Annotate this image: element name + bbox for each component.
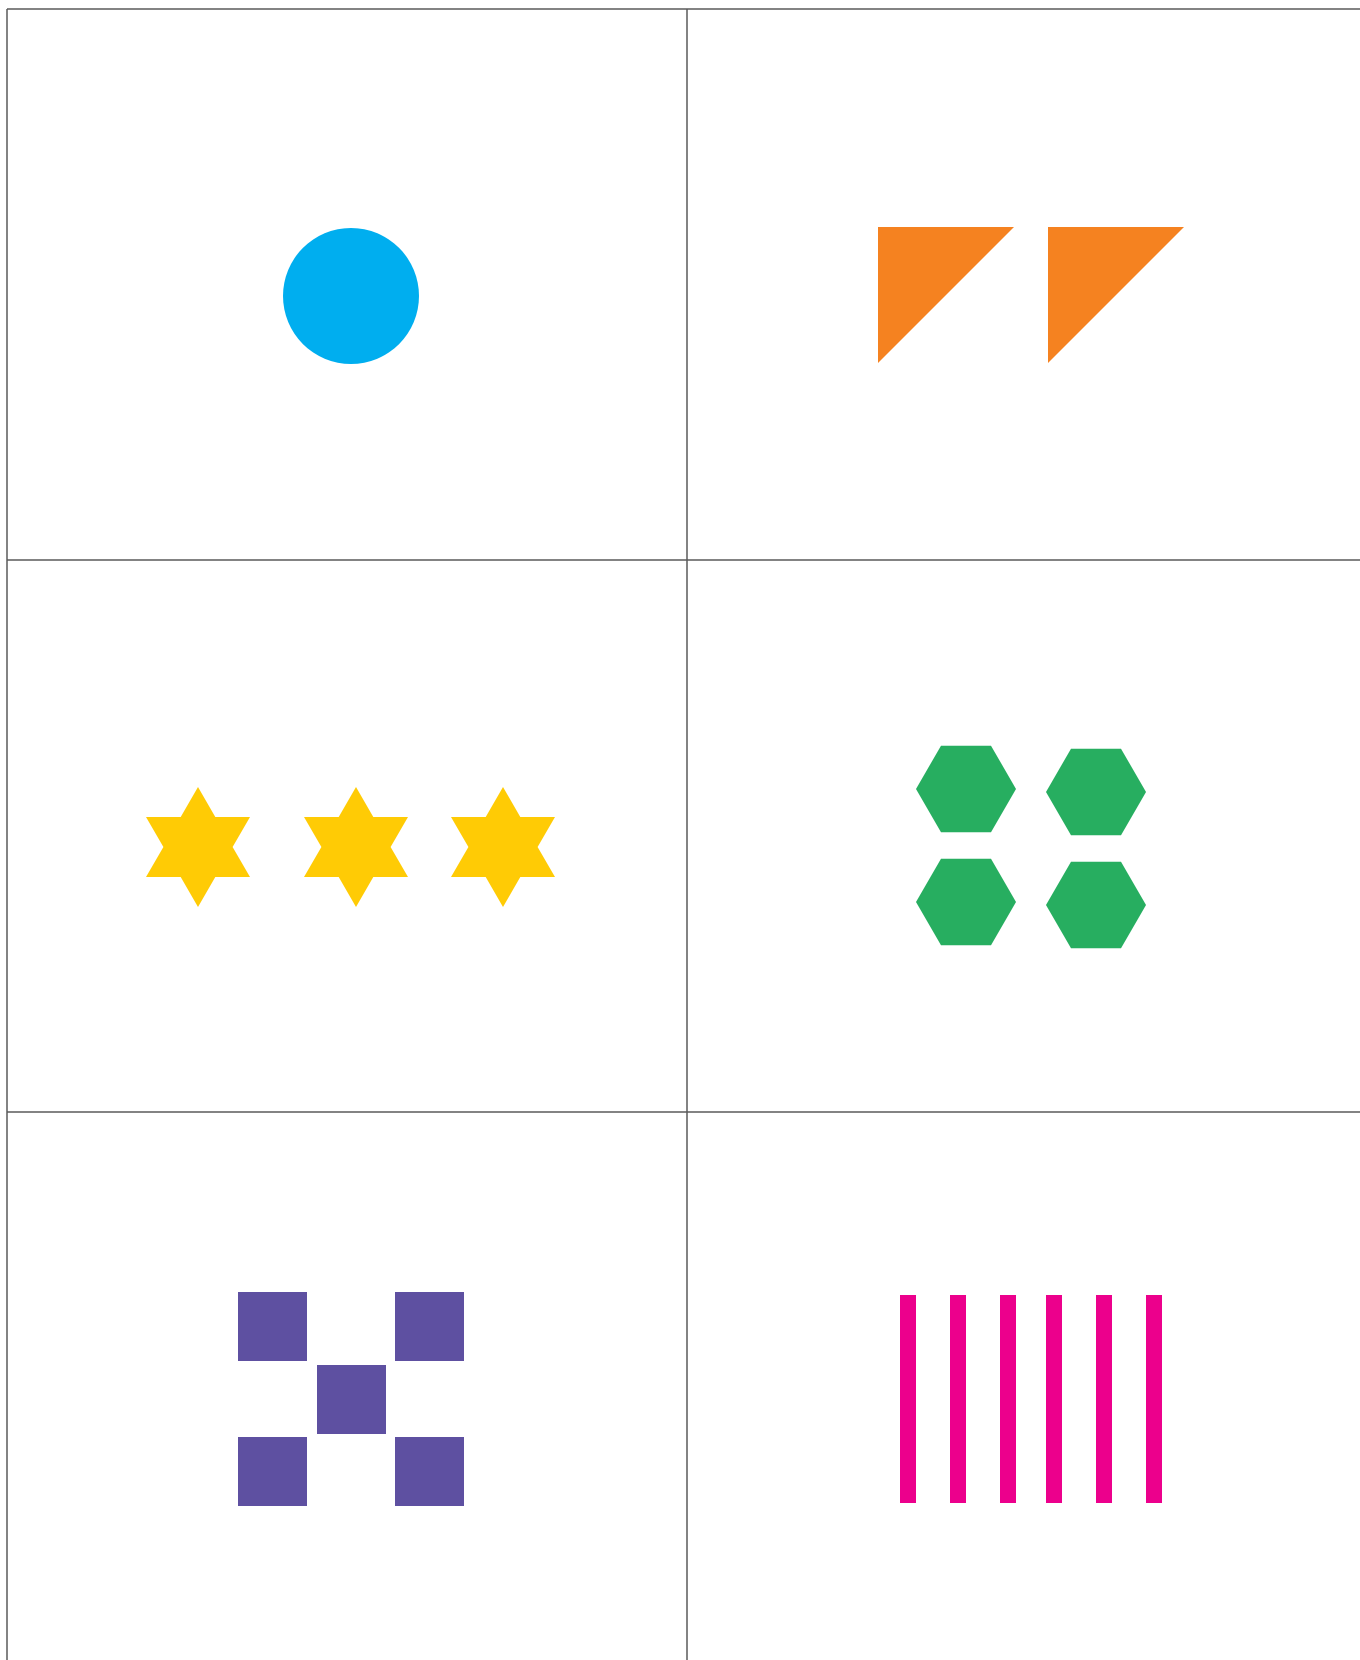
hexagon-shape <box>1046 748 1146 836</box>
card-one-circle <box>283 228 419 364</box>
bar-shape <box>900 1295 916 1503</box>
hexagon-shape <box>1046 861 1146 949</box>
square-shape <box>395 1292 464 1361</box>
star-shape <box>304 787 408 907</box>
hexagon-shape <box>916 745 1016 833</box>
star-shape <box>146 787 250 907</box>
card-five-squares <box>238 1292 464 1506</box>
card-two-triangles <box>878 227 1184 363</box>
card-grid <box>6 8 1360 1660</box>
bar-shape <box>1096 1295 1112 1503</box>
bar-shape <box>950 1295 966 1503</box>
square-shape <box>317 1365 386 1434</box>
triangle-shape <box>1048 227 1184 363</box>
bar-shape <box>1046 1295 1062 1503</box>
triangle-shape <box>878 227 1014 363</box>
circle-shape <box>283 228 419 364</box>
star-shape <box>451 787 555 907</box>
square-shape <box>238 1437 307 1506</box>
square-shape <box>238 1292 307 1361</box>
counting-cards-sheet <box>0 0 1360 1660</box>
hexagon-shape <box>916 858 1016 946</box>
square-shape <box>395 1437 464 1506</box>
card-four-hexagons <box>916 745 1146 949</box>
bar-shape <box>1000 1295 1016 1503</box>
bar-shape <box>1146 1295 1162 1503</box>
card-three-stars <box>146 787 555 907</box>
card-six-bars <box>900 1295 1162 1503</box>
